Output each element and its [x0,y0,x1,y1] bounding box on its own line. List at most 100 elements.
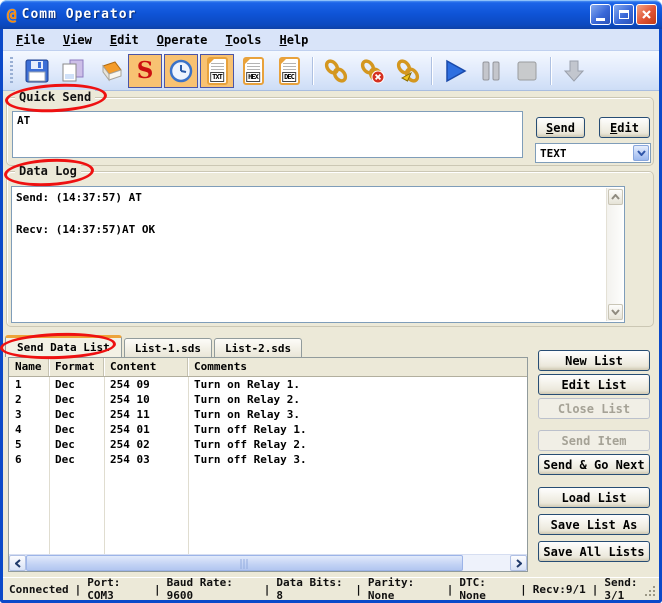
resize-grip[interactable] [653,594,655,596]
menu-edit[interactable]: Edit [101,31,148,49]
edit-button[interactable]: Edit [599,117,650,138]
cell-content: 254 01 [104,422,188,437]
window-frame: File View Edit Operate Tools Help [0,29,662,603]
table-row[interactable]: 3 Dec 254 11 Turn on Relay 3. [9,407,527,422]
cell-name: 6 [9,452,49,467]
menu-tools[interactable]: Tools [216,31,270,49]
chevron-down-icon[interactable] [633,145,649,161]
table-header: Name Format Content Comments [9,358,527,377]
copy-button[interactable] [56,54,90,88]
tab-send-data-list[interactable]: Send Data List [5,335,122,357]
close-button[interactable] [636,4,657,25]
save-list-as-button[interactable]: Save List As [538,514,650,535]
menu-operate[interactable]: Operate [148,31,217,49]
start-button[interactable] [438,54,472,88]
new-list-button[interactable]: New List [538,350,650,371]
table-horizontal-scrollbar[interactable] [9,554,527,571]
status-separator: | [520,583,527,596]
col-comments[interactable]: Comments [188,358,527,376]
format-hex-button[interactable]: HEX [236,54,270,88]
log-scrollbar[interactable] [606,188,623,321]
scroll-down-icon[interactable] [608,304,623,320]
pause-icon [478,58,504,84]
send-s-button[interactable]: S [128,54,162,88]
format-select-value: TEXT [536,147,633,160]
column-divider [104,377,105,554]
send-data-table: Name Format Content Comments 1 Dec 254 0… [8,357,528,572]
column-divider [188,377,189,554]
table-row[interactable]: 4 Dec 254 01 Turn off Relay 1. [9,422,527,437]
stop-icon [514,58,540,84]
menu-file[interactable]: File [7,31,54,49]
cell-comments: Turn off Relay 1. [188,422,527,437]
table-row[interactable]: 5 Dec 254 02 Turn off Relay 2. [9,437,527,452]
status-separator: | [592,583,599,596]
eraser-button[interactable] [92,54,126,88]
format-dec-button[interactable]: DEC [272,54,306,88]
toolbar-separator [550,57,551,85]
cell-name: 2 [9,392,49,407]
format-dec-icon: DEC [279,57,300,85]
log-line: Recv: (14:37:57)AT OK [16,222,602,238]
scroll-right-icon[interactable] [510,555,527,571]
menu-view[interactable]: View [54,31,101,49]
col-content[interactable]: Content [104,358,188,376]
toolbar-gripper[interactable] [10,57,13,85]
cell-content: 254 02 [104,437,188,452]
format-select[interactable]: TEXT [535,143,651,163]
clock-icon [168,58,194,84]
scroll-left-icon[interactable] [9,555,26,571]
toolbar: S TXT HEX [3,51,659,91]
stop-button[interactable] [510,54,544,88]
send-go-next-button[interactable]: Send & Go Next [538,454,650,475]
cell-content: 254 09 [104,377,188,392]
status-parity: Parity: None [368,576,441,602]
scroll-up-icon[interactable] [608,189,623,205]
minimize-button[interactable] [590,4,611,25]
load-list-button[interactable]: Load List [538,487,650,508]
play-icon [442,58,468,84]
quick-send-group: Quick Send AT Send Edit TEXT [6,97,654,166]
table-row[interactable]: 6 Dec 254 03 Turn off Relay 3. [9,452,527,467]
table-row[interactable]: 1 Dec 254 09 Turn on Relay 1. [9,377,527,392]
format-txt-button[interactable]: TXT [200,54,234,88]
pause-button[interactable] [474,54,508,88]
format-hex-icon: HEX [243,57,264,85]
disconnect-icon [357,56,387,86]
data-log-output[interactable]: Send: (14:37:57) AT Recv: (14:37:57)AT O… [11,186,625,323]
send-button[interactable]: Send [536,117,585,138]
cell-format: Dec [49,407,104,422]
app-window: @ Comm Operator File View Edit Operate T… [0,0,662,603]
cell-format: Dec [49,422,104,437]
down-arrow-button[interactable] [557,54,591,88]
cell-name: 3 [9,407,49,422]
connect-button[interactable] [319,54,353,88]
send-item-button: Send Item [538,430,650,451]
timestamp-button[interactable] [164,54,198,88]
table-row[interactable]: 2 Dec 254 10 Turn on Relay 2. [9,392,527,407]
maximize-button[interactable] [613,4,634,25]
quick-send-input[interactable]: AT [12,111,523,158]
cell-comments: Turn on Relay 3. [188,407,527,422]
save-button[interactable] [20,54,54,88]
save-all-lists-button[interactable]: Save All Lists [538,541,650,562]
window-title: Comm Operator [22,7,590,22]
col-format[interactable]: Format [49,358,104,376]
cell-content: 254 11 [104,407,188,422]
disconnect-button[interactable] [355,54,389,88]
list-tabs: Send Data List List-1.sds List-2.sds [5,335,304,357]
col-name[interactable]: Name [9,358,49,376]
cell-format: Dec [49,452,104,467]
scrollbar-thumb[interactable] [26,555,463,571]
status-recv: Recv:9/1 [533,583,586,596]
status-separator: | [447,583,454,596]
tab-list-1[interactable]: List-1.sds [124,338,212,357]
reconnect-button[interactable] [391,54,425,88]
cell-content: 254 10 [104,392,188,407]
column-divider [49,377,50,554]
cell-format: Dec [49,377,104,392]
tab-list-2[interactable]: List-2.sds [214,338,302,357]
status-port: Port: COM3 [87,576,148,602]
edit-list-button[interactable]: Edit List [538,374,650,395]
menu-help[interactable]: Help [271,31,318,49]
